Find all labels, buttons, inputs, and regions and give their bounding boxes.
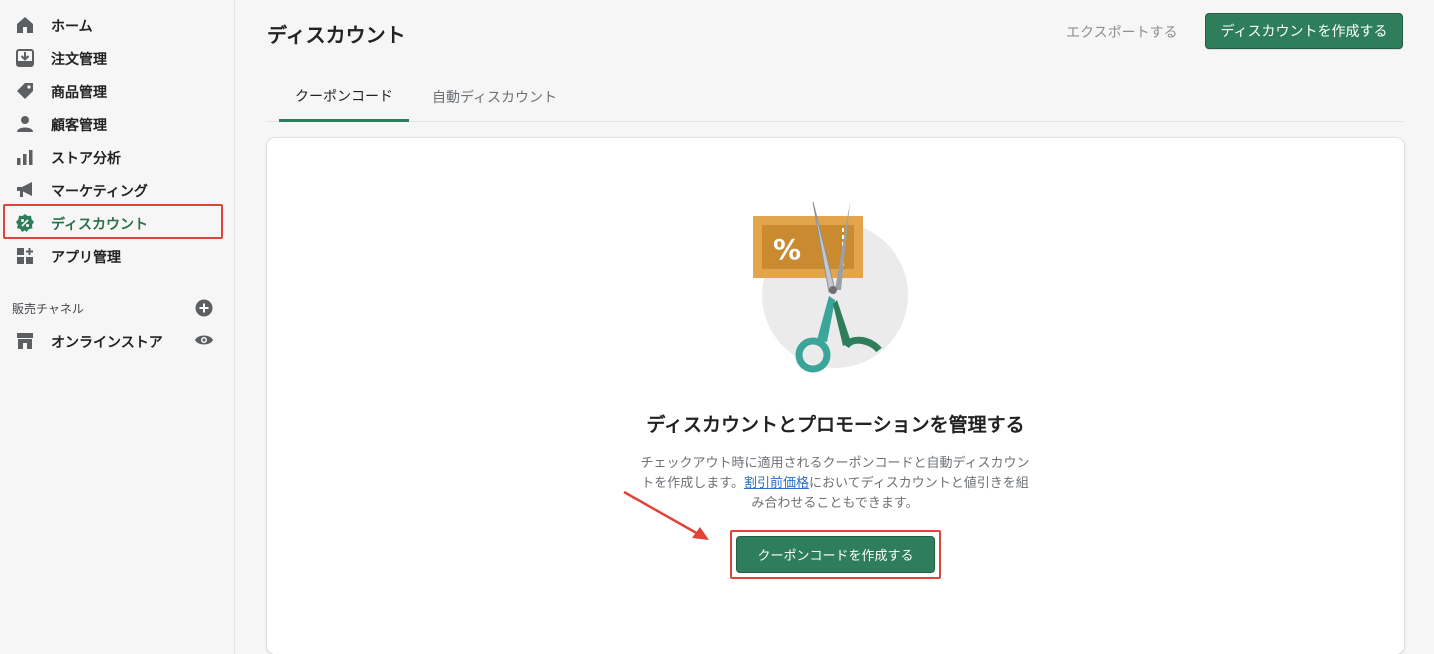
create-discount-button[interactable]: ディスカウントを作成する [1205, 13, 1403, 49]
analytics-icon [15, 147, 35, 167]
orders-icon [15, 48, 35, 68]
sidebar-item-products[interactable]: 商品管理 [0, 74, 235, 107]
empty-state-card: % ディスカウントとプロモーションを管理する チェックアウト時に適用されるクーポ… [267, 138, 1404, 654]
sidebar-item-orders[interactable]: 注文管理 [0, 41, 235, 74]
create-coupon-button[interactable]: クーポンコードを作成する [736, 536, 935, 573]
sidebar-item-label: 注文管理 [51, 52, 107, 68]
sales-channels-title: 販売チャネル [12, 302, 84, 316]
tag-icon [15, 81, 35, 101]
page-title: ディスカウント [267, 23, 406, 47]
export-button[interactable]: エクスポートする [1066, 22, 1178, 42]
sidebar-item-label: オンラインストア [51, 335, 163, 351]
tab-coupon-codes[interactable]: クーポンコード [279, 72, 409, 122]
sidebar: ホーム 注文管理 商品管理 顧客管理 ストア分析 マーケティング ディスカウント… [0, 0, 235, 654]
sidebar-item-label: マーケティング [51, 184, 148, 200]
customer-icon [15, 114, 35, 134]
sidebar-item-label: ホーム [51, 19, 93, 35]
sidebar-item-apps[interactable]: アプリ管理 [0, 239, 235, 272]
sidebar-item-label: 商品管理 [51, 85, 107, 101]
sidebar-item-analytics[interactable]: ストア分析 [0, 140, 235, 173]
eye-icon[interactable] [194, 332, 214, 348]
sidebar-item-home[interactable]: ホーム [0, 8, 235, 41]
home-icon [15, 15, 35, 35]
compare-at-price-link[interactable]: 割引前価格 [744, 476, 809, 491]
tab-bar: クーポンコード 自動ディスカウント [267, 72, 1404, 122]
sidebar-item-customers[interactable]: 顧客管理 [0, 107, 235, 140]
store-icon [15, 331, 35, 351]
sidebar-item-label: アプリ管理 [51, 250, 121, 266]
percent-icon: % [773, 233, 801, 266]
tab-automatic-discounts[interactable]: 自動ディスカウント [422, 72, 567, 122]
apps-icon [15, 246, 35, 266]
annotation-arrow [623, 490, 709, 540]
sidebar-item-label: ディスカウント [51, 217, 149, 233]
add-channel-icon[interactable] [195, 299, 213, 317]
sidebar-item-marketing[interactable]: マーケティング [0, 173, 235, 206]
sidebar-item-label: 顧客管理 [51, 118, 107, 134]
coupon-scissors-illustration: % [753, 201, 908, 373]
discount-icon [15, 213, 35, 233]
annotation-highlight-box: クーポンコードを作成する [730, 530, 941, 579]
empty-state-heading: ディスカウントとプロモーションを管理する [646, 414, 1025, 436]
sidebar-item-label: ストア分析 [51, 151, 121, 167]
sidebar-item-discounts[interactable]: ディスカウント [0, 206, 235, 239]
megaphone-icon [15, 180, 35, 200]
